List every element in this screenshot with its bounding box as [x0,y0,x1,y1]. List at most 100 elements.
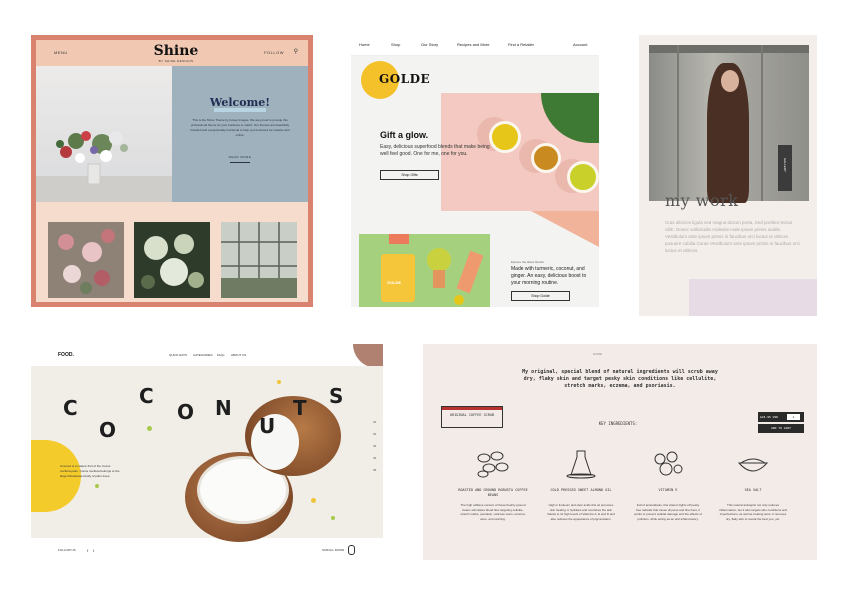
shine-nav: MENU Shine BY SHINE DESIGNS FOLLOW ⚲ [36,40,308,66]
facebook-icon[interactable]: f [87,548,88,553]
ingredient-desc: This natural antiseptic not only reduces… [719,503,787,521]
golde-package-label: GOLDE [387,280,402,285]
read-more-underline [230,162,250,163]
work-lavender-block [689,279,817,316]
ingredient-name: COLD PRESSED SWEET ALMOND OIL [550,488,612,492]
food-follow-us[interactable]: FOLLOW US [58,548,76,552]
shine-gallery-thumb-roses[interactable] [48,222,124,298]
decor-dot [311,498,316,503]
golde-nav-account[interactable]: Account [573,42,587,47]
twitter-icon[interactable]: t [93,548,94,553]
ingredient-name: VITAMIN E [658,488,678,492]
food-scroll-down[interactable]: SCROLL DOWN [322,548,344,552]
my-work-preview[interactable]: GALLERY my work Cras ultricies ligula se… [639,35,817,316]
food-description: Coconut is a mature fruit of the Cocos n… [60,464,120,478]
coffee-scrub-preview[interactable]: HOME My original, special blend of natur… [423,344,817,560]
food-nav-categories[interactable]: CATEGORIES [193,353,212,357]
photo-door-line [677,45,679,201]
food-preview[interactable]: FOOD. QUICK EATS CATEGORIES FAQs ABOUT U… [31,344,383,560]
golde-bowl-yellow [489,121,521,153]
golde-shop-gifts-button[interactable]: Shop Gifts [380,170,439,180]
ingredient-desc: The high caffeine content of these fresh… [460,503,526,521]
shine-welcome-body: This is the Shine Theme by Group Images.… [190,118,290,137]
slide-index-item[interactable]: 03 [373,444,376,448]
photo-top-shadow [649,45,809,53]
ingredient-desc: High in linoleum and oleic acids this oi… [547,503,615,521]
food-letter: T [293,396,307,420]
shine-read-more-link[interactable]: READ MORE [172,155,308,159]
food-nav-faqs[interactable]: FAQs [217,353,225,357]
quantity-field[interactable]: 1 [787,414,800,420]
shine-menu-link[interactable]: MENU [54,50,68,55]
golde-nav-recipes[interactable]: Recipes and More [457,42,489,47]
decor-dot [95,484,99,488]
shine-gallery-thumb-hellebore[interactable] [134,222,210,298]
search-icon[interactable]: ⚲ [294,48,298,55]
golde-body: Easy, delicious superfood blends that ma… [380,144,490,157]
decor-dot [277,380,281,384]
food-letter: C [63,396,78,420]
oil-bottle-icon [566,450,596,479]
food-corner-circle [353,344,383,368]
coffee-intro: My original, special blend of natural in… [522,369,718,389]
food-letter: O [177,400,195,424]
golde-peach-triangle [531,211,599,247]
food-letter: O [99,418,117,442]
coffee-beans-icon [477,451,509,478]
golde-nav-retailer[interactable]: Find a Retailer [508,42,534,47]
shine-preview[interactable]: MENU Shine BY SHINE DESIGNS FOLLOW ⚲ Wel… [31,35,313,307]
gallery-tab-label: GALLERY [783,158,787,172]
add-to-cart-button[interactable]: ADD TO CART [758,424,804,433]
photo-door-line [761,45,763,201]
vitamin-capsules-icon [654,451,683,476]
golde-headline: Gift a glow. [380,130,429,140]
stamp-header-bar [442,407,502,410]
ingredient-name: ROASTED AND GROUND ROBUSTA COFFEE BEANS [458,488,528,497]
slide-index-item[interactable]: 05 [373,468,376,472]
ingredient-desc: Full of antioxidants, this vitamin fight… [634,503,702,521]
key-ingredients-heading: KEY INGREDIENTS: [598,421,638,426]
coffee-stamp-badge: ORIGINAL COFFEE SCRUB [441,406,503,428]
work-title: my work [665,191,739,210]
search-icon[interactable]: ⚲ [349,351,353,358]
stamp-label: ORIGINAL COFFEE SCRUB [449,413,495,417]
ingredient-name: SEA SALT [744,488,762,492]
shine-welcome-panel: Welcome! This is the Shine Theme by Grou… [172,66,308,202]
food-letter: S [329,384,344,408]
golde-nav-home[interactable]: Home [359,42,370,47]
golde-shop-golde-button[interactable]: Shop Golde [511,291,570,301]
golde-nav: Home Shop Our Story Recipes and More Fin… [351,35,599,56]
decor-dot [147,426,152,431]
shine-hero-image [36,66,172,202]
person-face [721,70,739,92]
shine-gallery-thumb-greenhouse[interactable] [221,222,297,298]
salt-bowl-icon [737,458,769,472]
golde-product-image: GOLDE [359,234,490,307]
decor-dot [331,516,335,520]
slide-index-item[interactable]: 01 [373,420,376,424]
mouse-scroll-icon [348,545,355,555]
food-letter: C [139,384,154,408]
shine-logo-subtitle: BY SHINE DESIGNS [158,59,194,63]
golde-logo[interactable]: GOLDE [379,72,430,86]
golde-nav-shop[interactable]: Shop [391,42,400,47]
flower-vase-image [36,131,172,202]
golde-promo-body: Made with turmeric, coconut, and ginger.… [511,266,587,286]
food-logo[interactable]: FOOD. [58,352,74,358]
food-nav-quick-eats[interactable]: QUICK EATS [169,353,187,357]
food-letter: N [215,396,232,420]
slide-index-item[interactable]: 02 [373,432,376,436]
golde-promo-caption: Explore the lattes blends [511,260,544,264]
work-body: Cras ultricies ligula sed magna dictum p… [665,220,800,253]
shine-follow-link[interactable]: FOLLOW [264,50,284,55]
golde-nav-our-story[interactable]: Our Story [421,42,438,47]
slide-index-item[interactable]: 04 [373,456,376,460]
food-letter: U [259,414,276,438]
golde-preview[interactable]: Home Shop Our Story Recipes and More Fin… [351,35,599,307]
shine-page: MENU Shine BY SHINE DESIGNS FOLLOW ⚲ Wel… [36,40,308,302]
breadcrumb[interactable]: HOME [593,352,602,356]
shine-logo[interactable]: Shine [146,43,206,59]
food-nav-about[interactable]: ABOUT US [231,353,246,357]
shine-welcome-heading: Welcome! [209,96,271,109]
golde-bowl-green [567,161,599,193]
